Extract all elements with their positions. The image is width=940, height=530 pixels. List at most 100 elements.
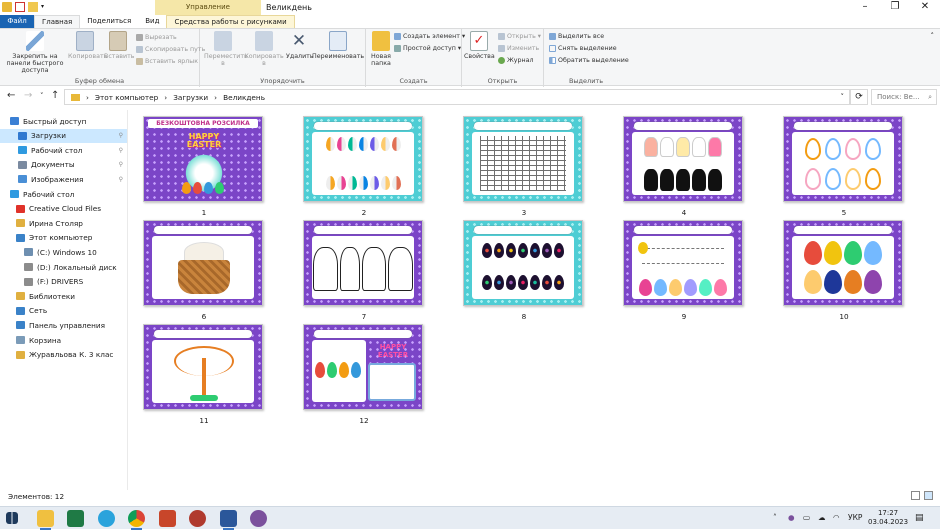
nav-item[interactable]: (C:) Windows 10	[0, 245, 127, 259]
file-tile[interactable]: 5	[783, 116, 905, 217]
file-tile[interactable]: 6	[143, 220, 265, 321]
rename-button[interactable]: Переименовать	[312, 31, 364, 60]
open-button[interactable]: Открыть ▾	[498, 33, 541, 40]
nav-item[interactable]: Рабочий стол ⚲	[0, 143, 127, 157]
taskbar-telegram-icon[interactable]	[98, 510, 115, 527]
move-to-button[interactable]: Переместить в	[204, 31, 248, 67]
taskbar-app-icon[interactable]	[189, 510, 206, 527]
edit-button[interactable]: Изменить	[498, 45, 539, 52]
taskbar-chrome-icon[interactable]	[128, 510, 145, 530]
history-icon	[498, 57, 505, 64]
select-none-button[interactable]: Снять выделение	[549, 45, 617, 52]
file-tile[interactable]: 4	[623, 116, 745, 217]
file-tile[interactable]: 7	[303, 220, 425, 321]
copy-button[interactable]: Копировать	[68, 31, 107, 60]
minimize-button[interactable]: –	[850, 0, 880, 15]
egg-graphic	[518, 275, 528, 290]
egg-graphic	[530, 275, 540, 290]
taskbar-viber-icon[interactable]	[250, 510, 267, 527]
basket-graphic	[178, 260, 230, 294]
nav-item[interactable]: Документы ⚲	[0, 158, 127, 172]
forward-arrow-icon[interactable]: →	[24, 91, 32, 101]
breadcrumb-easter[interactable]: Великдень	[223, 93, 265, 102]
address-dropdown-icon[interactable]: ˅	[841, 93, 845, 101]
file-tile[interactable]: 2	[303, 116, 425, 217]
file-tile[interactable]: 9	[623, 220, 745, 321]
tray-battery-icon[interactable]: ▭	[803, 513, 810, 522]
properties-button[interactable]: ✓ Свойства	[464, 31, 495, 60]
recent-chevron-icon[interactable]: ˅	[40, 91, 44, 101]
nav-item[interactable]: Рабочий стол	[0, 187, 127, 201]
nav-item[interactable]: Ирина Столяр	[0, 216, 127, 230]
close-button[interactable]: ✕	[910, 0, 940, 15]
new-folder-button[interactable]: Новая папка	[368, 31, 394, 67]
address-bar[interactable]: › Этот компьютер › Загрузки › Великдень …	[64, 89, 850, 105]
easy-access-button[interactable]: Простой доступ ▾	[394, 45, 461, 52]
file-tile[interactable]: 10	[783, 220, 905, 321]
group-label-create: Создать	[399, 77, 428, 85]
nav-item[interactable]: Быстрый доступ	[0, 114, 127, 128]
nav-item[interactable]: Этот компьютер	[0, 231, 127, 245]
breadcrumb-downloads[interactable]: Загрузки	[173, 93, 208, 102]
context-tab-manage[interactable]: Управление	[155, 0, 261, 15]
tab-share[interactable]: Поделиться	[80, 15, 138, 28]
nav-item[interactable]: (D:) Локальный диск	[0, 260, 127, 274]
qat-dropdown-icon[interactable]: ▾	[41, 2, 47, 12]
paste-button[interactable]: Вставить	[104, 31, 135, 60]
select-all-icon	[549, 33, 556, 40]
file-tile[interactable]: 3	[463, 116, 585, 217]
tray-viber-icon[interactable]: ●	[788, 513, 795, 522]
nav-item[interactable]: Журавльова К. 3 клас	[0, 348, 127, 362]
tab-home[interactable]: Главная	[34, 15, 81, 28]
delete-button[interactable]: ✕ Удалить	[286, 31, 314, 60]
properties-check-icon[interactable]	[15, 2, 25, 12]
tray-wifi-icon[interactable]: ◠	[833, 513, 840, 522]
nav-item[interactable]: (F:) DRIVERS	[0, 275, 127, 289]
taskbar-explorer-icon[interactable]	[37, 510, 54, 530]
up-arrow-icon[interactable]: ↑	[51, 91, 59, 101]
thumb-header	[314, 122, 412, 130]
file-tile[interactable]: 8	[463, 220, 585, 321]
taskbar-excel-icon[interactable]	[67, 510, 84, 527]
new-item-button[interactable]: Создать элемент ▾	[394, 33, 465, 40]
copy-path-button[interactable]: Скопировать путь	[136, 46, 205, 53]
invert-selection-button[interactable]: Обратить выделение	[549, 57, 629, 64]
large-icons-view-icon[interactable]	[924, 491, 933, 500]
taskbar-clock[interactable]: 17:27 03.04.2023	[868, 509, 908, 527]
file-tile[interactable]: 11	[143, 324, 265, 425]
taskbar-powerpoint-icon[interactable]	[159, 510, 176, 527]
nav-item[interactable]: Загрузки ⚲	[0, 128, 127, 143]
notification-icon[interactable]: ▤	[915, 513, 924, 523]
pin-quick-access-button[interactable]: Закрепить на панели быстрого доступа	[2, 31, 68, 74]
nav-item[interactable]: Creative Cloud Files	[0, 202, 127, 216]
new-folder-icon[interactable]	[28, 2, 38, 12]
nav-item[interactable]: Изображения ⚲	[0, 172, 127, 186]
history-button[interactable]: Журнал	[498, 57, 534, 64]
breadcrumb-this-pc[interactable]: Этот компьютер	[95, 93, 158, 102]
tab-file[interactable]: Файл	[0, 15, 34, 28]
file-tile[interactable]: HAPPY EASTER 12	[303, 324, 425, 425]
select-all-button[interactable]: Выделить все	[549, 33, 604, 40]
copy-to-button[interactable]: Копировать в	[244, 31, 284, 67]
nav-item[interactable]: Корзина	[0, 333, 127, 347]
tab-view[interactable]: Вид	[138, 15, 166, 28]
file-tile[interactable]: БЕЗКОШТОВНА РОЗСИЛКА HAPPY EASTER 1	[143, 116, 265, 217]
tray-cloud-icon[interactable]: ☁	[818, 513, 826, 522]
search-input[interactable]: Поиск: Ве... ⌕	[871, 89, 937, 105]
maximize-button[interactable]: ❐	[880, 0, 910, 15]
tray-overflow-icon[interactable]: ˄	[773, 513, 777, 522]
start-windows-icon[interactable]	[6, 512, 18, 524]
back-arrow-icon[interactable]: ←	[7, 91, 15, 101]
nav-item[interactable]: Библиотеки	[0, 289, 127, 303]
paste-shortcut-button[interactable]: Вставить ярлык	[136, 58, 198, 65]
nav-item[interactable]: Сеть	[0, 304, 127, 318]
thumb-row	[792, 136, 894, 162]
taskbar-word-icon[interactable]	[220, 510, 237, 530]
refresh-button[interactable]: ⟳	[850, 89, 868, 105]
details-view-icon[interactable]	[911, 491, 920, 500]
cut-button[interactable]: Вырезать	[136, 34, 177, 41]
tab-picture-tools[interactable]: Средства работы с рисунками	[166, 15, 295, 28]
ribbon-collapse-icon[interactable]: ˄	[931, 32, 935, 40]
tray-lang[interactable]: УКР	[848, 513, 862, 522]
nav-item[interactable]: Панель управления	[0, 318, 127, 332]
